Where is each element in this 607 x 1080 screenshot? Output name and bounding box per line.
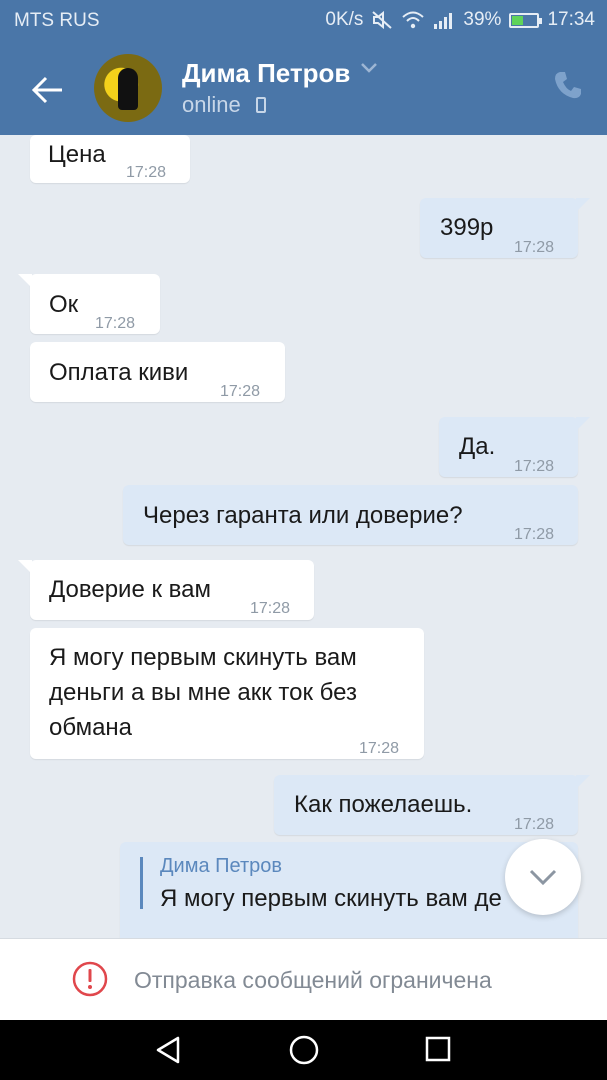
restriction-text: Отправка сообщений ограничена bbox=[134, 967, 492, 993]
message-time: 17:28 bbox=[514, 816, 555, 833]
message-time: 17:28 bbox=[220, 383, 261, 400]
message-outgoing[interactable]: Как пожелаешь. 17:28 bbox=[274, 775, 590, 835]
message-text: Ок bbox=[49, 291, 79, 318]
message-incoming[interactable]: Я могу первым скинуть вам деньги а вы мн… bbox=[30, 628, 424, 759]
wifi-icon bbox=[402, 11, 425, 29]
message-time: 17:28 bbox=[95, 315, 136, 332]
navigation-bar bbox=[0, 1020, 607, 1080]
message-time: 17:28 bbox=[514, 458, 555, 475]
message-text-line: обмана bbox=[49, 714, 133, 741]
contact-status: online bbox=[182, 92, 241, 117]
status-icons: 0K/s 39% 17:34 bbox=[325, 9, 595, 31]
message-incoming[interactable]: Доверие к вам 17:28 bbox=[18, 560, 314, 620]
nav-recent-icon[interactable] bbox=[424, 1035, 452, 1063]
carrier-name: MTS RUS bbox=[14, 10, 100, 31]
reply-text: Я могу первым скинуть вам де bbox=[160, 885, 502, 912]
message-time: 17:28 bbox=[126, 164, 167, 181]
message-text: Оплата киви bbox=[49, 359, 189, 386]
battery-percent: 39% bbox=[463, 9, 502, 30]
message-text-line: Я могу первым скинуть вам bbox=[49, 644, 357, 671]
contact-name[interactable]: Дима Петров bbox=[182, 58, 350, 89]
message-incoming[interactable]: Цена 17:28 bbox=[30, 135, 190, 183]
battery-icon bbox=[509, 12, 543, 28]
message-text: Цена bbox=[48, 141, 106, 168]
message-time: 17:28 bbox=[250, 600, 291, 617]
nav-home-icon[interactable] bbox=[288, 1034, 320, 1066]
mute-icon bbox=[372, 10, 393, 30]
message-text: Доверие к вам bbox=[49, 576, 211, 603]
message-text: Как пожелаешь. bbox=[294, 791, 473, 818]
message-outgoing[interactable]: 399р 17:28 bbox=[420, 198, 590, 258]
back-arrow-icon[interactable] bbox=[28, 70, 68, 110]
scroll-down-button[interactable] bbox=[505, 839, 581, 915]
reply-author: Дима Петров bbox=[160, 855, 283, 877]
message-time: 17:28 bbox=[514, 526, 555, 543]
message-incoming[interactable]: Ок 17:28 bbox=[18, 274, 160, 334]
message-incoming[interactable]: Оплата киви 17:28 bbox=[30, 342, 285, 402]
avatar[interactable] bbox=[94, 54, 162, 122]
chevron-down-icon bbox=[529, 869, 557, 886]
message-time: 17:28 bbox=[359, 740, 400, 757]
restriction-bar: Отправка сообщений ограничена bbox=[0, 938, 607, 1020]
reply-bar bbox=[140, 857, 143, 909]
message-text: 399р bbox=[440, 214, 494, 241]
chat-header: Дима Петров online bbox=[0, 42, 607, 135]
message-outgoing[interactable]: Да. 17:28 bbox=[439, 417, 590, 477]
clock: 17:34 bbox=[547, 9, 595, 30]
phone-icon[interactable] bbox=[553, 70, 583, 100]
chevron-down-icon[interactable] bbox=[360, 62, 378, 74]
message-time: 17:28 bbox=[514, 239, 555, 256]
message-text: Да. bbox=[459, 433, 496, 460]
message-list[interactable]: Цена 17:28 399р 17:28 Ок 17:28 Оплата ки… bbox=[0, 135, 607, 938]
message-text-line: деньги а вы мне акк ток без bbox=[49, 679, 357, 706]
warning-icon bbox=[72, 961, 108, 997]
mobile-icon bbox=[256, 97, 266, 113]
status-bar: MTS RUS 0K/s 39% 17:34 bbox=[0, 0, 607, 42]
nav-back-icon[interactable] bbox=[154, 1035, 184, 1065]
message-outgoing[interactable]: Через гаранта или доверие? 17:28 bbox=[123, 485, 578, 545]
network-speed: 0K/s bbox=[325, 9, 364, 30]
signal-icon bbox=[434, 13, 453, 29]
message-text: Через гаранта или доверие? bbox=[143, 502, 463, 529]
